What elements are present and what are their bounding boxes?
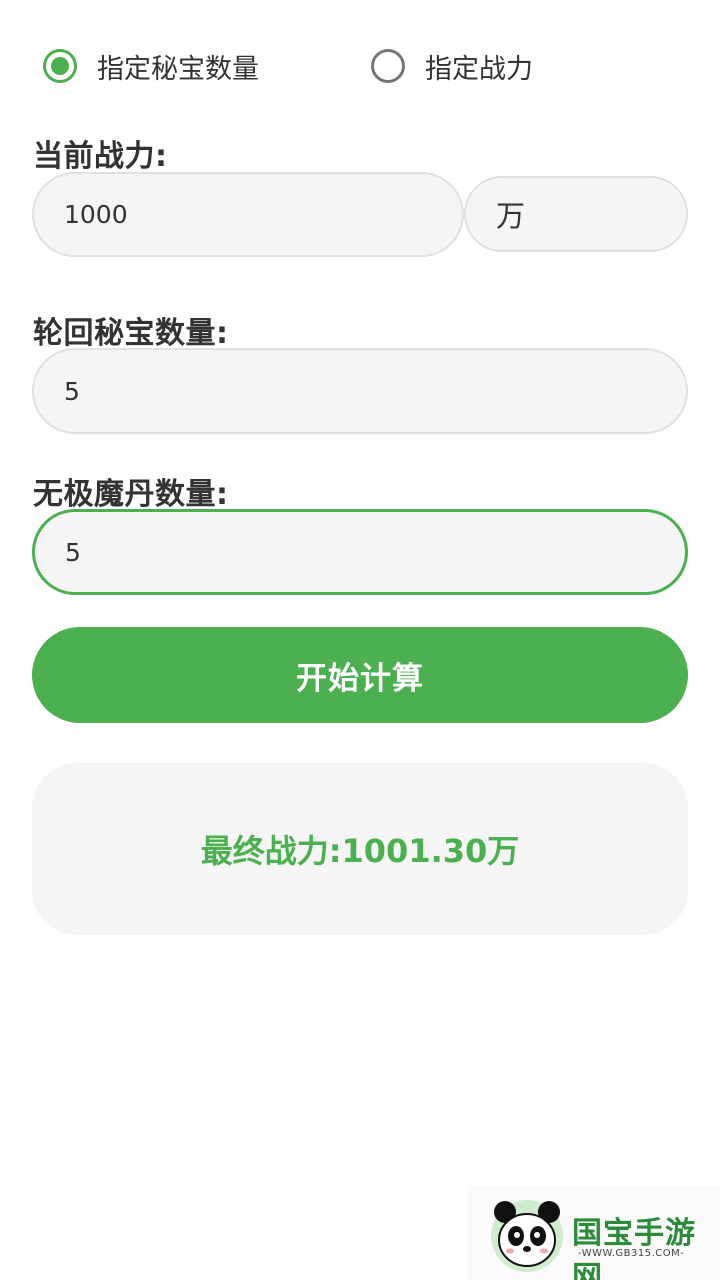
watermark: 国宝手游网 -WWW.GB315.COM- bbox=[468, 1186, 720, 1280]
result-card: 最终战力:1001.30万 bbox=[32, 763, 688, 935]
panda-logo-icon bbox=[491, 1200, 563, 1272]
treasure-count-input[interactable]: 5 bbox=[32, 348, 688, 434]
unit-select[interactable]: 万 bbox=[464, 176, 688, 252]
current-power-label: 当前战力: bbox=[33, 139, 168, 174]
result-text: 最终战力:1001.30万 bbox=[200, 832, 520, 870]
radio-dot bbox=[51, 57, 69, 75]
mode-radio-group: 指定秘宝数量 指定战力 bbox=[43, 44, 663, 88]
calculator-screen: 指定秘宝数量 指定战力 当前战力: 1000 万 轮回秘宝数量: 5 无极魔丹数… bbox=[0, 0, 720, 1280]
radio-checked-icon bbox=[43, 49, 77, 83]
radio-power[interactable]: 指定战力 bbox=[371, 44, 533, 88]
watermark-url: -WWW.GB315.COM- bbox=[578, 1248, 685, 1259]
calculate-button[interactable]: 开始计算 bbox=[32, 627, 688, 723]
treasure-count-label: 轮回秘宝数量: bbox=[33, 316, 229, 351]
unit-value: 万 bbox=[496, 199, 526, 233]
radio-treasure-count[interactable]: 指定秘宝数量 bbox=[43, 44, 259, 88]
pill-count-value: 5 bbox=[65, 537, 81, 567]
radio-power-label: 指定战力 bbox=[425, 53, 533, 85]
watermark-brand: 国宝手游网 bbox=[572, 1216, 696, 1280]
current-power-value: 1000 bbox=[64, 200, 128, 229]
treasure-count-value: 5 bbox=[64, 376, 80, 406]
current-power-input[interactable]: 1000 bbox=[32, 172, 464, 257]
radio-treasure-count-label: 指定秘宝数量 bbox=[97, 53, 259, 85]
radio-unchecked-icon bbox=[371, 49, 405, 83]
pill-count-input[interactable]: 5 bbox=[32, 509, 688, 595]
pill-count-label: 无极魔丹数量: bbox=[33, 477, 229, 512]
